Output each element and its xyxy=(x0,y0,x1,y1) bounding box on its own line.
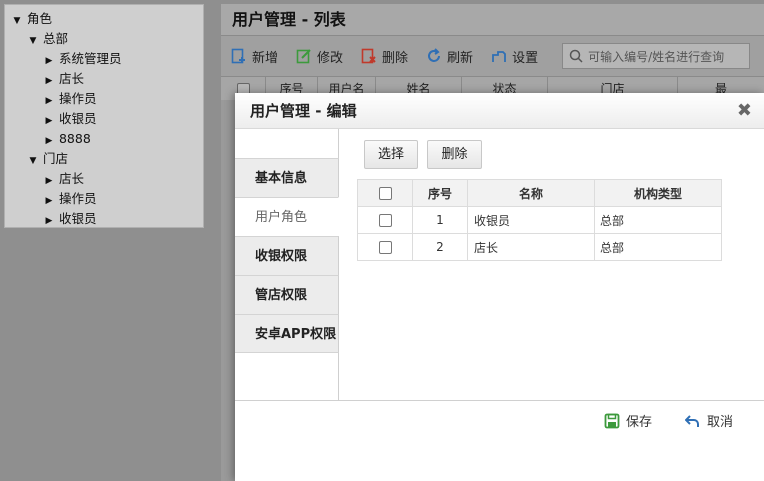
tree-node-sysadmin[interactable]: ▶ 系统管理员 xyxy=(5,49,203,69)
tree-node-role[interactable]: ▼ 角色 xyxy=(5,9,203,29)
edit-button[interactable]: 修改 xyxy=(296,47,343,66)
column-header[interactable]: 名称 xyxy=(467,179,595,207)
row-select[interactable] xyxy=(357,233,413,261)
collapse-icon[interactable]: ▶ xyxy=(43,191,55,211)
collapse-icon[interactable]: ▶ xyxy=(43,111,55,131)
refresh-button[interactable]: 刷新 xyxy=(426,47,473,66)
cancel-button[interactable]: 取消 xyxy=(685,411,733,430)
page-title: 用户管理 - 列表 xyxy=(221,4,764,36)
dialog-title: 用户管理 - 编辑 xyxy=(250,102,357,120)
select-button[interactable]: 选择 xyxy=(364,140,418,169)
user-roles-panel: 选择 删除 序号 名称 机构类型 1 收银员 总部 2 店长 总部 xyxy=(339,129,764,401)
row-select[interactable] xyxy=(357,206,413,234)
tab-list: 基本信息 用户角色 收银权限 管店权限 安卓APP权限 xyxy=(235,158,339,353)
tree-node-label: 店长 xyxy=(58,171,84,186)
tab-cashier-permissions[interactable]: 收银权限 xyxy=(235,236,339,275)
collapse-icon[interactable]: ▶ xyxy=(43,131,55,151)
collapse-icon[interactable]: ▶ xyxy=(43,51,55,71)
grid-select-all[interactable] xyxy=(357,179,413,207)
remove-button[interactable]: 删除 xyxy=(427,140,482,169)
tree-node-label: 角色 xyxy=(26,11,52,26)
column-header[interactable]: 机构类型 xyxy=(594,179,722,207)
collapse-icon[interactable]: ▶ xyxy=(43,211,55,231)
expand-icon[interactable]: ▼ xyxy=(27,151,39,171)
table-row[interactable]: 2 店长 总部 xyxy=(357,233,722,261)
tree-node-label: 8888 xyxy=(58,131,91,146)
collapse-icon[interactable]: ▶ xyxy=(43,171,55,191)
tree-node-label: 操作员 xyxy=(58,191,97,206)
table-row[interactable]: 1 收银员 总部 xyxy=(357,206,722,234)
tree-node-cashier[interactable]: ▶ 收银员 xyxy=(5,109,203,129)
tree-node-label: 收银员 xyxy=(58,211,97,226)
dialog-body: 基本信息 用户角色 收银权限 管店权限 安卓APP权限 选择 删除 序号 名称 … xyxy=(235,129,764,401)
tab-store-permissions[interactable]: 管店权限 xyxy=(235,275,339,314)
delete-icon xyxy=(361,48,376,64)
settings-button[interactable]: 设置 xyxy=(491,47,538,66)
org-type: 总部 xyxy=(594,233,722,261)
expand-icon[interactable]: ▼ xyxy=(27,31,39,51)
role-name: 店长 xyxy=(467,233,595,261)
tree-node-store-manager[interactable]: ▶ 店长 xyxy=(5,169,203,189)
save-icon xyxy=(604,413,620,428)
undo-icon xyxy=(685,414,699,427)
toolbar: 新增 修改 删除 刷新 设置 可输入编号/姓名进行查询 xyxy=(221,36,764,76)
collapse-icon[interactable]: ▶ xyxy=(43,91,55,111)
tree-node-label: 收银员 xyxy=(58,111,97,126)
row-index: 2 xyxy=(412,233,468,261)
tab-basic-info[interactable]: 基本信息 xyxy=(235,158,339,197)
checkbox[interactable] xyxy=(378,241,392,254)
tree-node-label: 操作员 xyxy=(58,91,97,106)
tree-node-label: 系统管理员 xyxy=(58,51,122,66)
row-index: 1 xyxy=(412,206,468,234)
tree-node-store[interactable]: ▼ 门店 xyxy=(5,149,203,169)
refresh-icon xyxy=(428,48,441,62)
checkbox[interactable] xyxy=(378,187,392,200)
add-icon xyxy=(231,48,245,64)
tab-android-app-permissions[interactable]: 安卓APP权限 xyxy=(235,314,339,353)
edit-user-dialog: 用户管理 - 编辑 ✖ 基本信息 用户角色 收银权限 管店权限 安卓APP权限 … xyxy=(235,93,764,481)
expand-icon[interactable]: ▼ xyxy=(11,11,23,31)
close-icon[interactable]: ✖ xyxy=(737,93,752,129)
tree-node-label: 门店 xyxy=(42,151,68,166)
tree-node-label: 总部 xyxy=(42,31,68,46)
tree-node-label: 店长 xyxy=(58,71,84,86)
search-icon xyxy=(569,49,583,63)
roles-grid: 序号 名称 机构类型 1 收银员 总部 2 店长 总部 xyxy=(357,179,722,261)
tree-node-8888[interactable]: ▶ 8888 xyxy=(5,129,203,149)
tree-node-operator[interactable]: ▶ 操作员 xyxy=(5,89,203,109)
org-type: 总部 xyxy=(594,206,722,234)
collapse-icon[interactable]: ▶ xyxy=(43,71,55,91)
tree-node-store-operator[interactable]: ▶ 操作员 xyxy=(5,189,203,209)
tree-node-store-cashier[interactable]: ▶ 收银员 xyxy=(5,209,203,229)
settings-icon xyxy=(492,51,506,62)
edit-icon xyxy=(296,49,311,64)
search-input[interactable]: 可输入编号/姓名进行查询 xyxy=(562,43,751,69)
delete-button[interactable]: 删除 xyxy=(361,47,408,66)
search-placeholder: 可输入编号/姓名进行查询 xyxy=(588,49,725,64)
save-button[interactable]: 保存 xyxy=(604,411,652,430)
add-button[interactable]: 新增 xyxy=(231,47,278,66)
tree-node-manager[interactable]: ▶ 店长 xyxy=(5,69,203,89)
role-tree: ▼ 角色 ▼ 总部 ▶ 系统管理员 ▶ 店长 ▶ 操作员 ▶ 收银员 ▶ 888… xyxy=(4,4,204,228)
column-header[interactable]: 序号 xyxy=(412,179,468,207)
dialog-header: 用户管理 - 编辑 ✖ xyxy=(235,93,764,129)
tree-node-hq[interactable]: ▼ 总部 xyxy=(5,29,203,49)
role-name: 收银员 xyxy=(467,206,595,234)
tab-user-roles[interactable]: 用户角色 xyxy=(235,197,339,236)
checkbox[interactable] xyxy=(378,214,392,227)
